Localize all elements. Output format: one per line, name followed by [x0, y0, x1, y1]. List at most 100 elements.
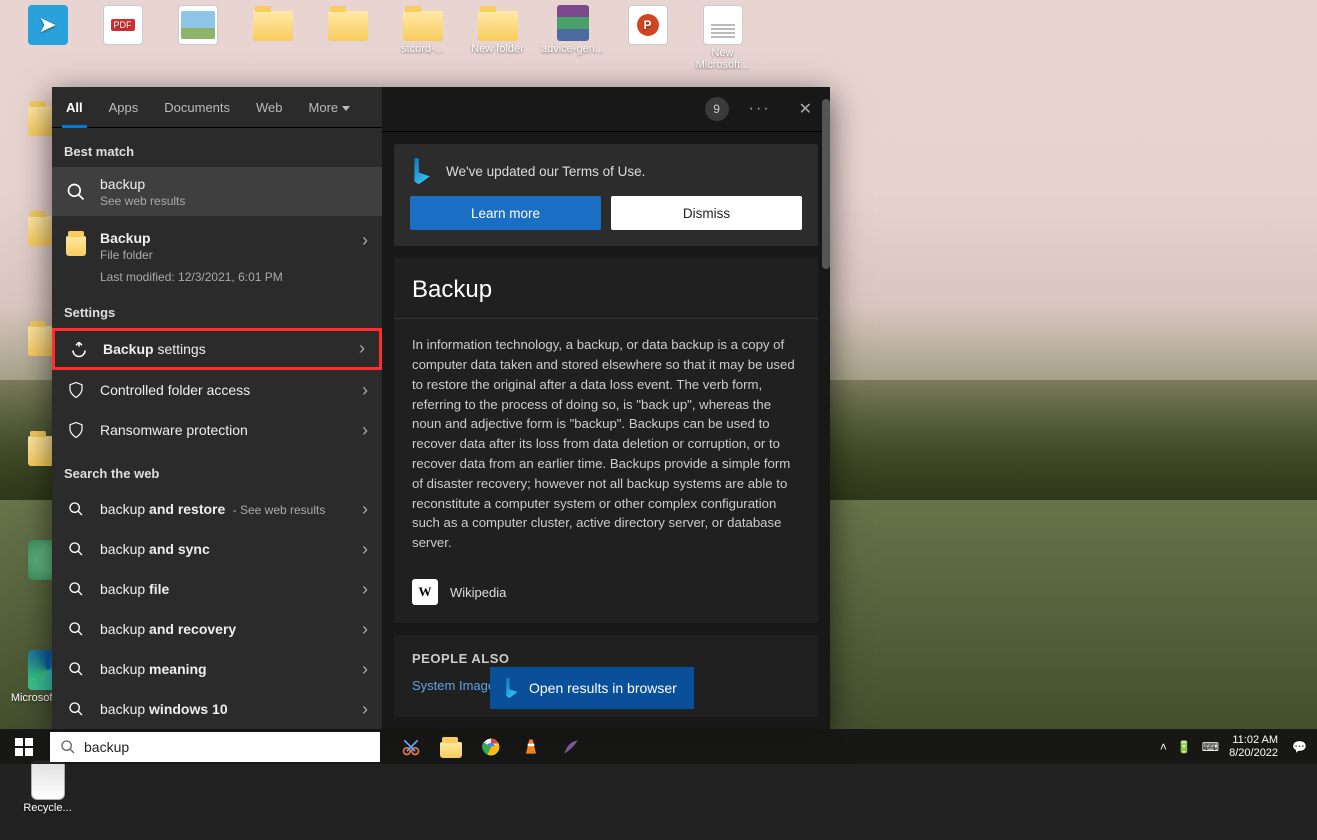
web-result-title: backup and restore - See web results [100, 501, 368, 517]
search-icon [66, 661, 86, 677]
bing-icon [503, 678, 519, 698]
search-icon [66, 581, 86, 597]
tab-all[interactable]: All [62, 88, 87, 127]
desktop-icon-powerpoint[interactable]: P [610, 5, 685, 85]
taskbar-app-vlc[interactable] [514, 732, 548, 762]
tray-notifications-icon[interactable]: 💬 [1288, 740, 1311, 754]
shield-icon [66, 421, 86, 439]
open-in-browser-button[interactable]: Open results in browser [490, 667, 694, 709]
web-result-title: backup file [100, 581, 368, 597]
chevron-right-icon: › [359, 338, 365, 359]
learn-more-button[interactable]: Learn more [410, 196, 601, 230]
search-results-pane: All Apps Documents Web More Best match b… [52, 87, 382, 729]
rewards-badge[interactable]: 9 [705, 97, 729, 121]
web-result-title: backup windows 10 [100, 701, 368, 717]
taskbar-clock[interactable]: 11:02 AM 8/20/2022 [1229, 734, 1278, 759]
desktop-icon-textfile[interactable]: New Microsoft... [685, 5, 760, 85]
bing-icon [410, 158, 432, 184]
web-result-title: backup and sync [100, 541, 368, 557]
search-icon [60, 739, 76, 755]
scrollbar-thumb[interactable] [822, 99, 830, 269]
chevron-right-icon: › [362, 539, 368, 560]
tos-notice: We've updated our Terms of Use. Learn mo… [394, 144, 818, 246]
section-best-match: Best match [52, 128, 382, 167]
desktop-icon-picture[interactable] [160, 5, 235, 85]
web-result-2[interactable]: backup file › [52, 569, 382, 609]
section-settings: Settings [52, 289, 382, 328]
shield-icon [66, 381, 86, 399]
result-controlled-folder-access[interactable]: Controlled folder access › [52, 370, 382, 410]
desktop-icon-winrar[interactable]: advice-gen... [535, 5, 610, 85]
search-icon [66, 701, 86, 717]
preview-title: Backup [394, 258, 818, 319]
tab-apps[interactable]: Apps [105, 88, 143, 127]
search-icon [66, 179, 86, 205]
desktop-icon-folder-stcord[interactable]: stcord-... [385, 5, 460, 85]
result-backup-settings[interactable]: Backup settings › [52, 328, 382, 370]
desktop-icon-pdf[interactable]: PDF [85, 5, 160, 85]
settings-item-label: Ransomware protection [100, 422, 368, 438]
taskbar-app-chrome[interactable] [474, 732, 508, 762]
taskbar-app-feather[interactable] [554, 732, 588, 762]
chevron-right-icon: › [362, 619, 368, 640]
tab-web[interactable]: Web [252, 88, 287, 127]
desktop-icon-folder-1[interactable] [235, 5, 310, 85]
clock-time: 11:02 AM [1232, 734, 1278, 747]
preview-body: In information technology, a backup, or … [394, 319, 818, 569]
search-icon [66, 501, 86, 517]
chevron-right-icon: › [362, 499, 368, 520]
system-tray: ˄ 🔋 ⌨ 11:02 AM 8/20/2022 💬 [1160, 734, 1317, 759]
wikipedia-source[interactable]: W Wikipedia [394, 569, 818, 623]
start-button[interactable] [0, 729, 48, 764]
windows-logo-icon [15, 738, 33, 756]
tray-battery-icon[interactable]: 🔋 [1177, 740, 1192, 754]
web-result-0[interactable]: backup and restore - See web results › [52, 489, 382, 529]
chevron-right-icon: › [362, 380, 368, 401]
close-icon[interactable]: ✕ [791, 95, 820, 123]
search-panel-header-right: 9 ··· ✕ [382, 87, 830, 132]
search-preview-pane: 9 ··· ✕ We've updated our Terms of Use. … [382, 87, 830, 729]
more-options-icon[interactable]: ··· [749, 100, 771, 118]
result-ransomware-protection[interactable]: Ransomware protection › [52, 410, 382, 450]
wikipedia-icon: W [412, 579, 438, 605]
section-search-web: Search the web [52, 450, 382, 489]
preview-card: Backup In information technology, a back… [394, 258, 818, 623]
desktop-icons-grid: ➤ PDF stcord-... New folder advice-gen..… [0, 0, 760, 95]
desktop-icon-telegram[interactable]: ➤ [10, 5, 85, 85]
tray-chevron-up-icon[interactable]: ˄ [1160, 740, 1167, 754]
chevron-down-icon [342, 106, 350, 111]
chevron-right-icon: › [362, 579, 368, 600]
result-best-match[interactable]: backup See web results [52, 167, 382, 216]
notice-text: We've updated our Terms of Use. [446, 164, 645, 179]
desktop-icon-new-folder[interactable]: New folder [460, 5, 535, 85]
tab-documents[interactable]: Documents [160, 88, 234, 127]
chevron-right-icon: › [362, 699, 368, 720]
search-input[interactable] [84, 739, 370, 755]
chevron-right-icon: › [362, 230, 368, 251]
taskbar-app-snipping[interactable] [394, 732, 428, 762]
desktop-icon-folder-2[interactable] [310, 5, 385, 85]
web-result-4[interactable]: backup meaning › [52, 649, 382, 689]
best-match-title: backup [100, 176, 368, 192]
folder-icon [66, 230, 86, 256]
search-icon [66, 621, 86, 637]
web-result-3[interactable]: backup and recovery › [52, 609, 382, 649]
desktop-icon-recycle-bin[interactable]: Recycle... [10, 760, 85, 840]
taskbar-search-box[interactable] [50, 732, 380, 762]
chevron-right-icon: › [362, 420, 368, 441]
taskbar-app-explorer[interactable] [434, 732, 468, 762]
tray-keyboard-icon[interactable]: ⌨ [1202, 740, 1219, 754]
restore-icon [69, 340, 89, 358]
web-result-1[interactable]: backup and sync › [52, 529, 382, 569]
chevron-right-icon: › [362, 659, 368, 680]
folder-result-meta: Last modified: 12/3/2021, 6:01 PM [100, 270, 368, 284]
clock-date: 8/20/2022 [1229, 747, 1278, 760]
web-result-5[interactable]: backup windows 10 › [52, 689, 382, 729]
web-result-title: backup meaning [100, 661, 368, 677]
folder-result-title: Backup [100, 230, 368, 246]
settings-item-label: Controlled folder access [100, 382, 368, 398]
result-folder-backup[interactable]: Backup File folder Last modified: 12/3/2… [52, 216, 382, 289]
dismiss-button[interactable]: Dismiss [611, 196, 802, 230]
tab-more[interactable]: More [305, 88, 355, 127]
search-panel: All Apps Documents Web More Best match b… [52, 87, 830, 729]
